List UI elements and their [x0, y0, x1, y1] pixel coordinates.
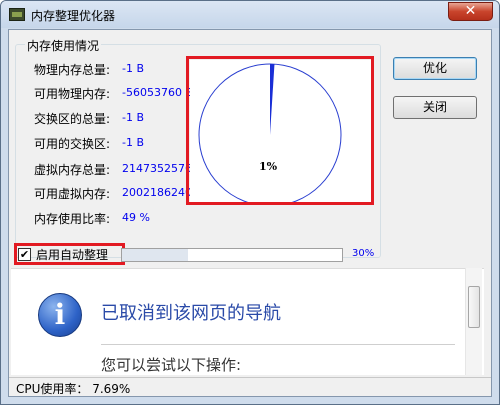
virtual-available-label: 可用虚拟内存: [34, 187, 111, 201]
nav-suggestion-text: 您可以尝试以下操作: [101, 356, 242, 374]
nav-cancelled-title: 已取消到该网页的导航 [101, 303, 281, 324]
title-bar[interactable]: 内存整理优化器 ✕ [1, 1, 499, 28]
auto-highlight-box [14, 243, 125, 265]
auto-progress-bar [121, 248, 343, 262]
pie-highlight-box [186, 56, 374, 205]
window-title: 内存整理优化器 [31, 9, 116, 23]
progress-fill [122, 249, 188, 261]
physical-available-value: -56053760 B [122, 86, 194, 99]
swap-total-value: -1 B [122, 111, 145, 124]
virtual-total-label: 虚拟内存总量: [34, 163, 111, 177]
usage-ratio-label: 内存使用比率: [34, 212, 111, 226]
swap-available-label: 可用的交换区: [34, 137, 111, 151]
swap-available-value: -1 B [122, 136, 145, 149]
physical-total-value: -1 B [122, 62, 145, 75]
cpu-usage-text: CPU使用率： 7.69% [16, 382, 131, 396]
status-bar: CPU使用率： 7.69% [9, 377, 491, 396]
optimize-button[interactable]: 优化 [393, 57, 477, 80]
swap-total-label: 交换区的总量: [34, 112, 111, 126]
close-window-button[interactable]: ✕ [448, 2, 493, 21]
client-area: 内存使用情况 物理内存总量: -1 B 可用物理内存: -56053760 B … [8, 29, 492, 397]
divider [101, 344, 455, 345]
physical-available-label: 可用物理内存: [34, 87, 111, 101]
groupbox-title: 内存使用情况 [25, 37, 102, 54]
physical-total-label: 物理内存总量: [34, 63, 111, 77]
memory-chip-icon [9, 8, 25, 21]
embedded-browser: i 已取消到该网页的导航 您可以尝试以下操作: [11, 268, 484, 375]
close-icon: ✕ [464, 3, 477, 19]
progress-percent: 30% [352, 248, 375, 259]
close-button[interactable]: 关闭 [393, 96, 477, 119]
info-icon: i [38, 293, 82, 337]
usage-ratio-value: 49 % [122, 211, 150, 224]
scrollbar-thumb[interactable] [468, 286, 480, 328]
app-window: 内存整理优化器 ✕ 内存使用情况 物理内存总量: -1 B 可用物理内存: -5… [0, 0, 500, 405]
browser-scrollbar[interactable] [465, 268, 482, 375]
